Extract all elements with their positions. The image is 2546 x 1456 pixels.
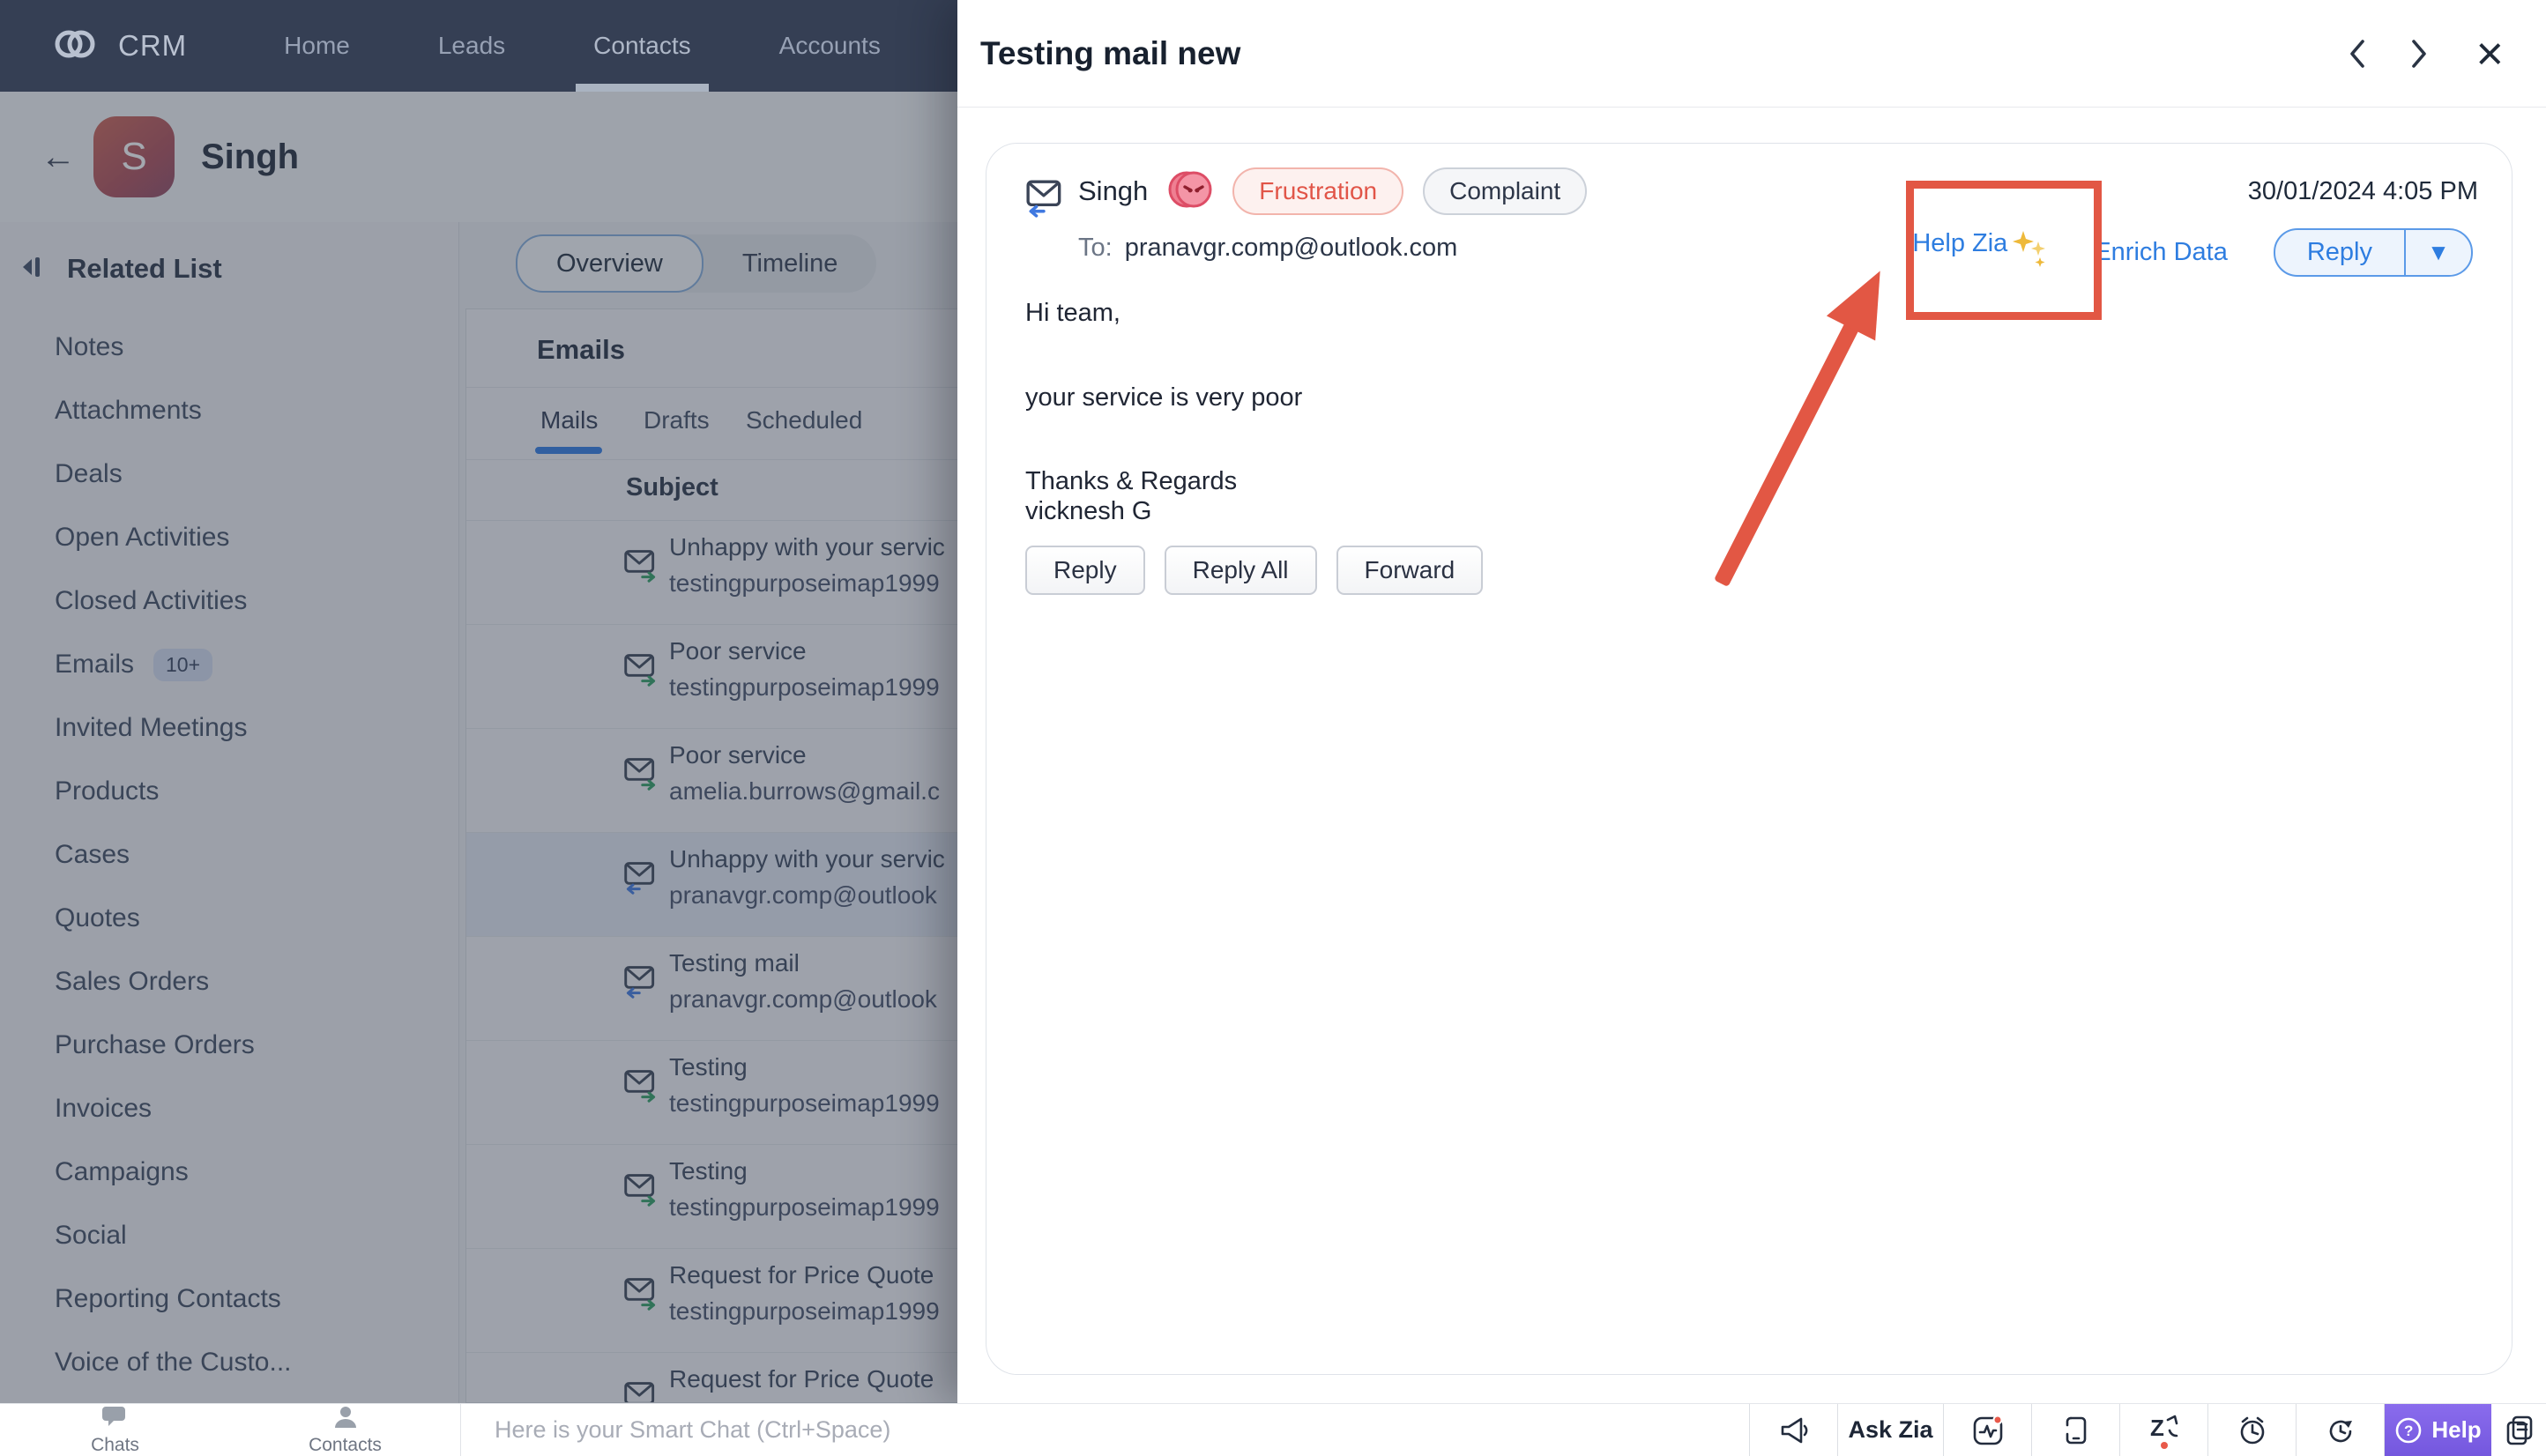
contacts-dock-item[interactable]: Contacts (230, 1404, 460, 1456)
email-timestamp: 30/01/2024 4:05 PM (2248, 177, 2478, 206)
mobile-app-button[interactable] (2031, 1404, 2119, 1456)
forward-action-button[interactable]: Forward (1336, 546, 1484, 595)
previous-record-icon[interactable] (2347, 36, 2368, 71)
reply-dropdown-icon[interactable]: ▼ (2406, 230, 2471, 275)
to-label: To: (1078, 234, 1113, 263)
brand[interactable]: CRM (51, 25, 187, 68)
zia-voice-icon: Z (2145, 1411, 2184, 1450)
angry-sentiment-icon (1167, 168, 1213, 215)
zia-insights-button[interactable] (1943, 1404, 2031, 1456)
modal-header: Testing mail new × (957, 0, 2546, 108)
received-mail-icon (1025, 174, 1066, 221)
person-icon (333, 1405, 358, 1434)
modal-header-controls: × (2347, 30, 2504, 78)
svg-text:Z: Z (2150, 1415, 2164, 1441)
clipboard-copy-icon (2503, 1414, 2535, 1447)
reply-action-button[interactable]: Reply (1025, 546, 1145, 595)
nav-item-home[interactable]: Home (279, 0, 355, 92)
recipient-row: To: pranavgr.comp@outlook.com (1078, 234, 1457, 263)
email-body-line: your service is very poor (1025, 383, 1302, 412)
tag-complaint[interactable]: Complaint (1423, 167, 1587, 215)
recent-history-button[interactable] (2296, 1404, 2384, 1456)
zoho-crm-screen: CRM Home Leads Contacts Accounts Deals T… (0, 0, 2546, 1456)
help-label: Help (2431, 1416, 2481, 1444)
reply-split-button: Reply ▼ (2274, 228, 2473, 277)
brand-label: CRM (118, 29, 187, 63)
bottom-bar: Chats Contacts Here is your Smart Chat (… (0, 1403, 2546, 1456)
pulse-chart-icon (1970, 1413, 2006, 1448)
history-clock-icon (2323, 1413, 2358, 1448)
ask-zia-button[interactable]: Ask Zia (1837, 1404, 1943, 1456)
nav-item-accounts[interactable]: Accounts (774, 0, 886, 92)
mobile-device-icon (2058, 1413, 2094, 1448)
tag-frustration[interactable]: Frustration (1232, 167, 1403, 215)
email-body-line: Hi team, (1025, 299, 1120, 328)
email-body-line: vicknesh G (1025, 497, 1151, 526)
reminders-button[interactable] (2207, 1404, 2296, 1456)
sender-row: Singh Frustration Complaint (1078, 167, 1587, 216)
email-actions: Reply Reply All Forward (1025, 546, 1483, 595)
modal-title: Testing mail new (980, 35, 1240, 72)
alarm-clock-icon (2235, 1413, 2270, 1448)
nav-item-contacts[interactable]: Contacts (588, 0, 696, 92)
megaphone-icon (1777, 1415, 1811, 1446)
zoho-logo-icon (51, 25, 99, 68)
modal-backdrop[interactable] (0, 92, 957, 1403)
question-mark-icon: ? (2394, 1416, 2423, 1445)
zia-voice-button[interactable]: Z (2119, 1404, 2207, 1456)
help-button[interactable]: ? Help (2384, 1404, 2491, 1456)
chat-bubble-icon (102, 1405, 129, 1434)
annotation-arrow (1683, 241, 1912, 611)
enrich-data-link[interactable]: Enrich Data (2094, 238, 2228, 267)
copy-docs-button[interactable] (2491, 1404, 2546, 1456)
chats-label: Chats (91, 1435, 139, 1456)
svg-text:?: ? (2404, 1423, 2413, 1439)
smart-chat-input[interactable]: Here is your Smart Chat (Ctrl+Space) (495, 1404, 890, 1456)
nav-item-leads[interactable]: Leads (433, 0, 510, 92)
sender-name: Singh (1078, 175, 1148, 207)
utility-bar: Ask Zia Z (1749, 1404, 2546, 1456)
reply-button[interactable]: Reply (2275, 230, 2406, 275)
next-record-icon[interactable] (2408, 36, 2430, 71)
email-body-line: Thanks & Regards (1025, 467, 1237, 496)
to-address: pranavgr.comp@outlook.com (1125, 234, 1458, 263)
chat-dock: Chats Contacts (0, 1404, 461, 1456)
announcements-button[interactable] (1749, 1404, 1837, 1456)
reply-all-action-button[interactable]: Reply All (1165, 546, 1317, 595)
chats-dock-item[interactable]: Chats (0, 1404, 230, 1456)
email-card: Singh Frustration Complaint 30/01/2024 4… (986, 143, 2512, 1375)
contacts-label: Contacts (309, 1435, 382, 1456)
email-preview-modal: Testing mail new × Singh (957, 0, 2546, 1403)
close-icon[interactable]: × (2475, 30, 2504, 78)
annotation-highlight-box (1906, 181, 2102, 320)
